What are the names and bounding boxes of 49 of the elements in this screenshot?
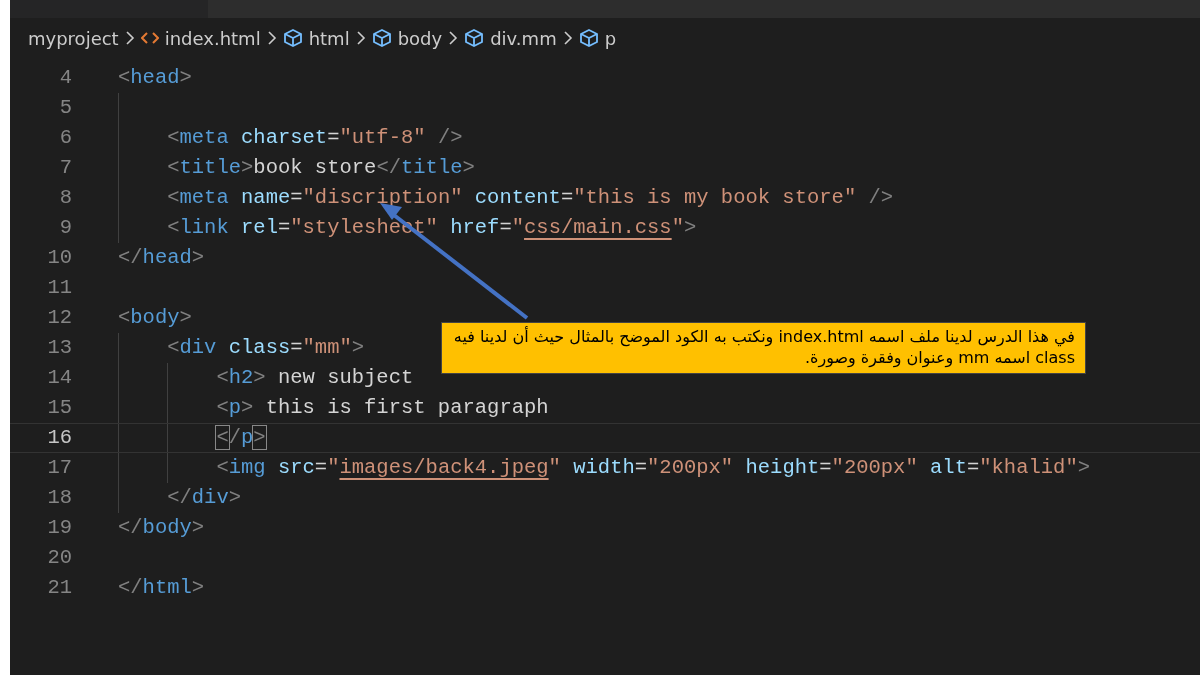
code-text: <h2> new subject: [216, 365, 414, 391]
code-text: </div>: [167, 485, 242, 511]
line-number: 8: [58, 185, 72, 211]
chevron-icon: [266, 30, 277, 46]
cube-icon: [578, 28, 599, 48]
line-number: 19: [46, 515, 72, 541]
line-number: 13: [46, 335, 72, 361]
code-text: <meta charset="utf-8" />: [167, 125, 463, 151]
line-number: 9: [58, 215, 72, 241]
cube-icon: [371, 28, 392, 48]
code-text: </p>: [216, 425, 266, 451]
line-number: 14: [46, 365, 72, 391]
line-number: 11: [46, 275, 72, 301]
line-number: 15: [46, 395, 72, 421]
line-number: 17: [46, 455, 72, 481]
line-number: 12: [46, 305, 72, 331]
chevron-icon: [562, 30, 573, 46]
code-text: <meta name="discription" content="this is my book store" />: [167, 185, 894, 211]
line-number: 4: [58, 65, 72, 91]
line-number: 5: [58, 95, 72, 121]
code-text: <body>: [118, 305, 192, 331]
code-text: <title>book store</title>: [167, 155, 475, 181]
code-text: </body>: [118, 515, 205, 541]
annotation-callout: في هذا الدرس لدينا ملف اسمه index.html ونكتب به الكود الموضح بالمثال حيث أن لدينا فيه class اسمه mm وعنوان وفقرة وصورة.: [441, 322, 1086, 374]
line-number: 6: [58, 125, 72, 151]
line-number: 16: [46, 425, 72, 451]
line-number: 10: [46, 245, 72, 271]
breadcrumb-item[interactable]: myproject: [28, 24, 119, 52]
code-text: <img src="images/back4.jpeg" width="200px" height="200px" alt="khalid">: [216, 455, 1090, 481]
code-text: </head>: [118, 245, 205, 271]
chevron-icon: [124, 30, 135, 46]
breadcrumb-item[interactable]: p: [604, 24, 617, 52]
breadcrumb-item[interactable]: index.html: [164, 24, 261, 52]
code-icon: [140, 31, 159, 45]
code-text: <p> this is first paragraph: [216, 395, 549, 421]
chevron-icon: [448, 30, 459, 46]
breadcrumb-item[interactable]: body: [397, 24, 443, 52]
breadcrumb-item[interactable]: html: [308, 24, 350, 52]
code-text: </html>: [118, 575, 205, 601]
line-number: 21: [46, 575, 72, 601]
line-number: 20: [46, 545, 72, 571]
cube-icon: [282, 28, 303, 48]
code-text: <div class="mm">: [167, 335, 365, 361]
line-number: 18: [46, 485, 72, 511]
breadcrumb-item[interactable]: div.mm: [490, 24, 557, 52]
code-text: <head>: [118, 65, 192, 91]
cube-icon: [464, 28, 485, 48]
line-number: 7: [58, 155, 72, 181]
chevron-icon: [355, 30, 366, 46]
